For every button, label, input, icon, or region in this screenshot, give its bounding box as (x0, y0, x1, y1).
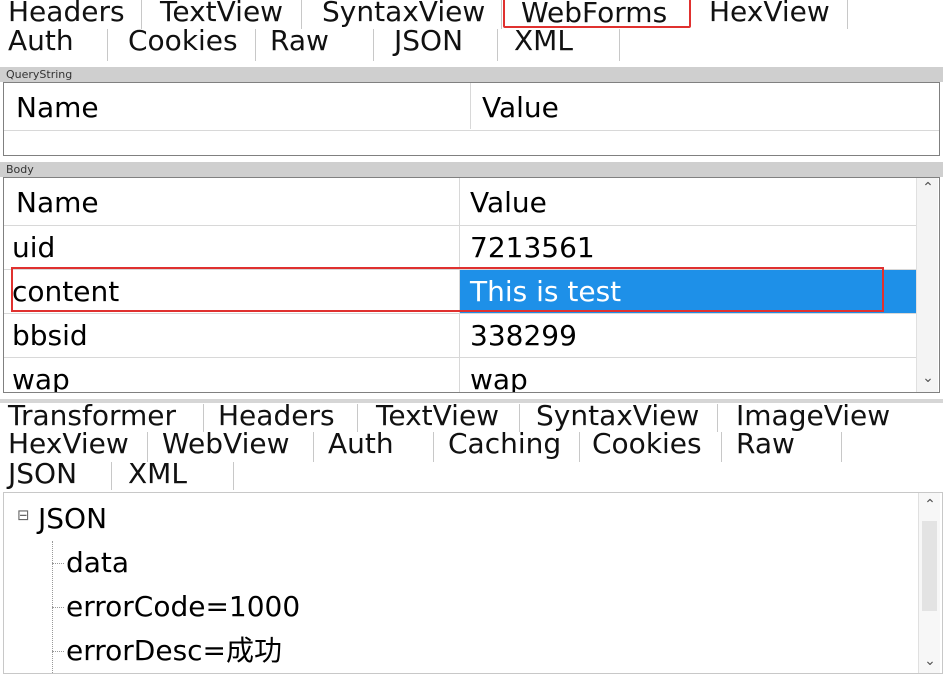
querystring-header-value[interactable]: Value (474, 86, 559, 130)
response-tabs-row-3: JSON XML (0, 462, 943, 490)
tab-imageview[interactable]: ImageView (718, 404, 943, 432)
body-row-name[interactable]: uid (4, 226, 55, 270)
tab-headers[interactable]: Headers (204, 404, 358, 432)
tab-cookies[interactable]: Cookies (108, 29, 256, 61)
body-row-name[interactable]: wap (4, 358, 70, 392)
chevron-up-icon[interactable]: ⌃ (917, 180, 939, 196)
tab-syntaxview[interactable]: SyntaxView (520, 404, 718, 432)
request-tabs-row-1: Headers TextView SyntaxView WebForms Hex… (0, 0, 943, 29)
body-row-value-selected[interactable]: This is test (462, 270, 621, 314)
tab-textview[interactable]: TextView (358, 404, 520, 432)
tab-caching[interactable]: Caching (434, 432, 580, 462)
tab-hexview[interactable]: HexView (693, 0, 848, 29)
collapse-icon[interactable]: ⊟ (17, 507, 30, 523)
tab-transformer[interactable]: Transformer (0, 404, 204, 432)
tab-json[interactable]: JSON (0, 462, 112, 490)
tab-auth[interactable]: Auth (0, 29, 108, 61)
chevron-up-icon[interactable]: ⌃ (919, 497, 941, 513)
response-tabs-row-2: HexView WebView Auth Caching Cookies Raw (0, 432, 943, 462)
chevron-down-icon[interactable]: ⌄ (917, 370, 939, 386)
body-row-name[interactable]: bbsid (4, 314, 88, 358)
json-tree: ⊟ JSON data errorCode=1000 errorDesc=成功 … (3, 492, 943, 674)
scrollbar-thumb[interactable] (922, 521, 937, 611)
tree-root-node[interactable]: JSON (38, 497, 107, 541)
querystring-section-label: QueryString (0, 67, 943, 82)
tab-textview[interactable]: TextView (142, 0, 302, 29)
body-row-name[interactable]: content (4, 270, 119, 314)
tab-raw[interactable]: Raw (256, 29, 374, 61)
tab-syntaxview[interactable]: SyntaxView (302, 0, 502, 29)
tab-webforms[interactable]: WebForms (503, 0, 691, 28)
splitter[interactable] (0, 399, 943, 403)
tree-node[interactable]: data (66, 541, 129, 585)
tab-auth[interactable]: Auth (314, 432, 434, 462)
body-header-name[interactable]: Name (8, 181, 99, 225)
body-row-value[interactable]: 7213561 (462, 226, 595, 270)
tree-node[interactable]: errorDesc=成功 (66, 629, 282, 673)
querystring-grid: Name Value (3, 82, 940, 156)
body-section-label: Body (0, 162, 943, 177)
request-tabs-row-2: Auth Cookies Raw JSON XML (0, 29, 943, 61)
tab-raw[interactable]: Raw (722, 432, 842, 462)
querystring-header-name[interactable]: Name (8, 86, 99, 130)
json-tree-scrollbar[interactable]: ⌃ ⌄ (918, 493, 941, 673)
body-row-value[interactable]: 338299 (462, 314, 577, 358)
body-row-value[interactable]: wap (462, 358, 528, 392)
chevron-down-icon[interactable]: ⌄ (919, 653, 941, 669)
body-grid: Name Value uid 7213561 content This is t… (3, 177, 940, 393)
response-tabs-row-1: Transformer Headers TextView SyntaxView … (0, 404, 943, 432)
tab-cookies[interactable]: Cookies (580, 432, 722, 462)
tab-xml[interactable]: XML (498, 29, 620, 61)
tab-json[interactable]: JSON (374, 29, 498, 61)
tab-headers[interactable]: Headers (0, 0, 142, 29)
tab-xml[interactable]: XML (112, 462, 234, 490)
tab-hexview[interactable]: HexView (0, 432, 148, 462)
tab-webview[interactable]: WebView (148, 432, 314, 462)
tree-node[interactable]: errorCode=1000 (66, 585, 300, 629)
body-header-value[interactable]: Value (462, 181, 547, 225)
body-scrollbar[interactable]: ⌃ ⌄ (916, 178, 939, 392)
